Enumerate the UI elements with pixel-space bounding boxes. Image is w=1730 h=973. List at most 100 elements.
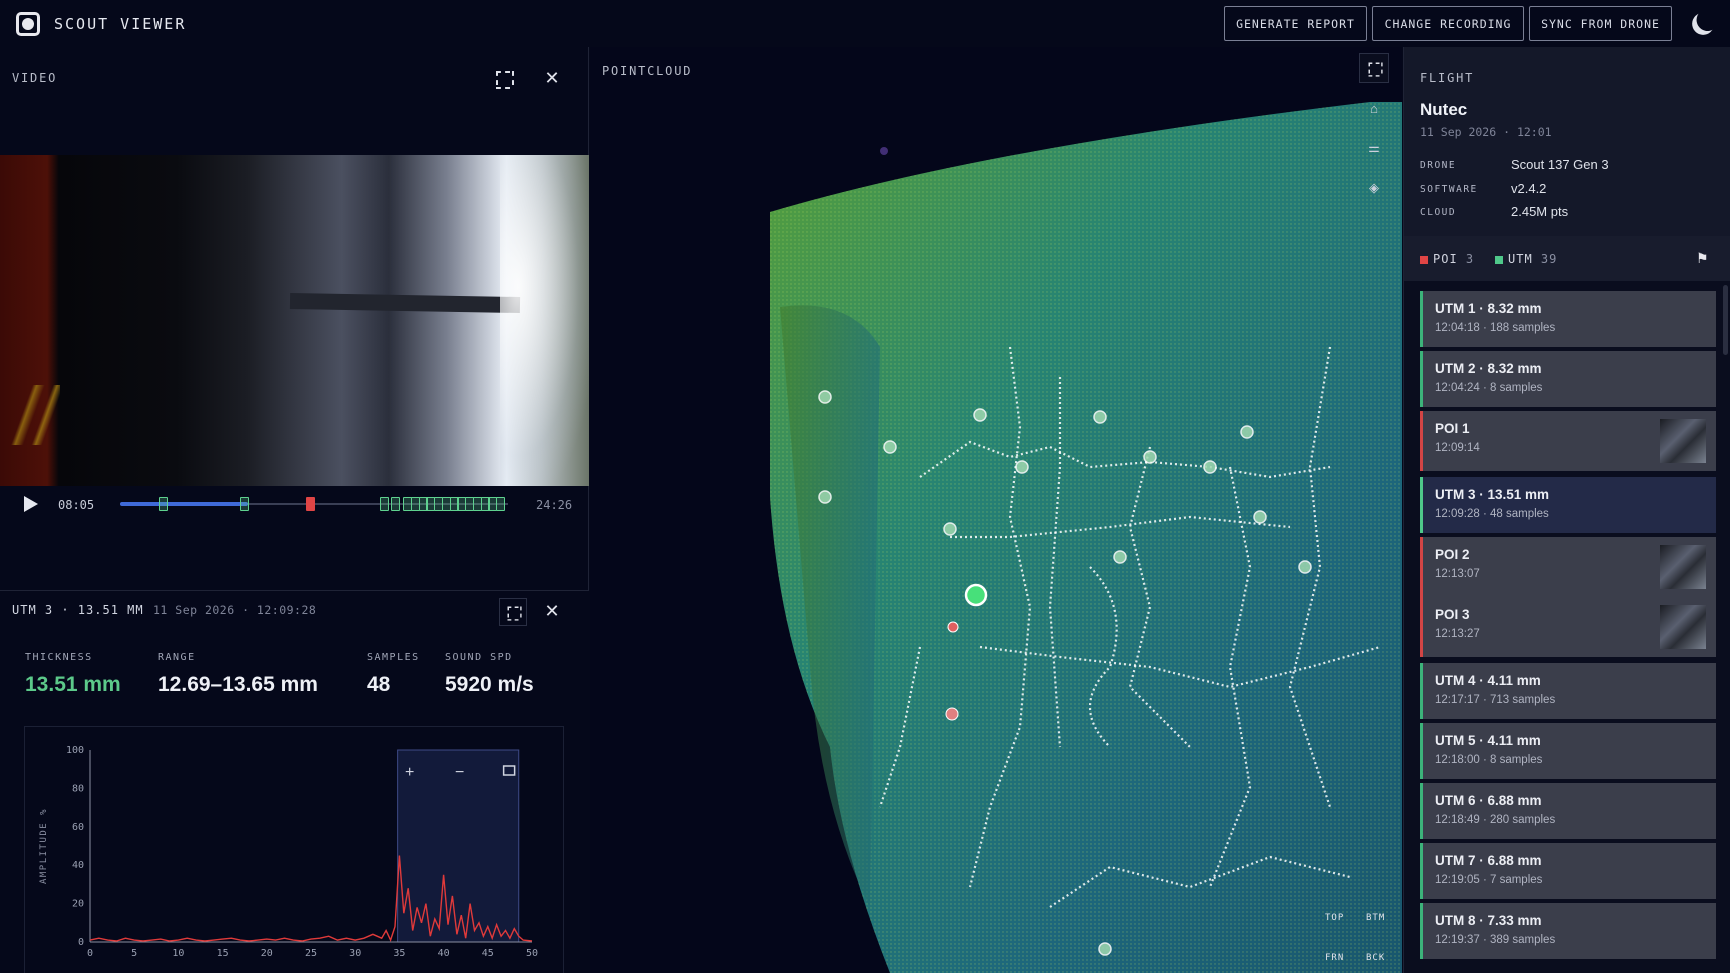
utm-list-item[interactable]: UTM 8 · 7.33 mm 12:19:37 · 389 samples (1420, 903, 1716, 959)
software-value: v2.4.2 (1511, 181, 1547, 196)
utm-timeline-marker[interactable] (379, 497, 389, 511)
utm-legend-swatch (1495, 256, 1503, 264)
video-timeline[interactable] (120, 497, 508, 511)
poi-list-item[interactable]: POI 1 12:09:14 (1420, 411, 1716, 471)
utm-point-marker (973, 408, 987, 422)
current-time: 08:05 (58, 498, 95, 512)
generate-report-button[interactable]: GENERATE REPORT (1224, 6, 1367, 41)
flight-panel-title: FLIGHT (1420, 71, 1475, 85)
x-tick-label: 35 (393, 948, 405, 959)
item-title: UTM 5 · 4.11 mm (1435, 733, 1541, 748)
item-subtitle: 12:18:00 · 8 samples (1435, 754, 1543, 766)
top-bar: SCOUT VIEWER GENERATE REPORT CHANGE RECO… (0, 0, 1730, 47)
poi-thumbnail (1660, 419, 1706, 463)
utm-point-marker (1143, 450, 1157, 464)
metric-label: SAMPLES (367, 652, 420, 663)
utm-point-marker (1098, 942, 1112, 956)
close-icon[interactable]: ✕ (541, 67, 563, 89)
x-tick-label: 25 (305, 948, 317, 959)
layers-icon[interactable]: ◈ (1359, 173, 1389, 203)
poi-timeline-marker[interactable] (306, 497, 316, 511)
list-scrollbar[interactable] (1723, 285, 1728, 355)
utm-point-marker (1093, 410, 1107, 424)
utm-point-marker (1240, 425, 1254, 439)
filter-bar: POI 3 UTM 39 ⚑ (1404, 236, 1730, 281)
utm-timeline-marker[interactable] (496, 497, 506, 511)
pointcloud-panel[interactable]: POINTCLOUD ⌂ ⚌ ◈ TOP BTM FRN BCK (590, 47, 1402, 973)
home-icon[interactable]: ⌂ (1359, 93, 1389, 123)
zoom-out-button[interactable]: − (455, 764, 464, 781)
utm-list-item[interactable]: UTM 4 · 4.11 mm 12:17:17 · 713 samples (1420, 663, 1716, 719)
utm-list-item[interactable]: UTM 2 · 8.32 mm 12:04:24 · 8 samples (1420, 351, 1716, 407)
item-subtitle: 12:09:14 (1435, 442, 1480, 454)
y-tick-label: 20 (72, 899, 84, 910)
x-tick-label: 50 (526, 948, 538, 959)
timeline-progress (120, 502, 249, 506)
info-key: SOFTWARE (1420, 184, 1478, 195)
x-tick-label: 40 (438, 948, 450, 959)
item-title: POI 3 (1435, 607, 1470, 622)
item-subtitle: 12:13:27 (1435, 628, 1480, 640)
view-front-button[interactable]: FRN (1325, 953, 1344, 963)
samples-value: 48 (367, 673, 391, 696)
item-title: UTM 4 · 4.11 mm (1435, 673, 1541, 688)
y-tick-label: 80 (72, 783, 84, 794)
item-subtitle: 12:18:49 · 280 samples (1435, 814, 1556, 826)
poi-list-item[interactable]: POI 3 12:13:27 (1420, 597, 1716, 657)
flag-icon[interactable]: ⚑ (1696, 250, 1709, 267)
y-tick-label: 60 (72, 822, 84, 833)
view-bottom-button[interactable]: BTM (1366, 913, 1385, 923)
poi-filter[interactable]: POI 3 (1433, 252, 1474, 266)
flight-date: 11 Sep 2026 · 12:01 (1420, 125, 1552, 139)
expand-icon[interactable] (1359, 53, 1389, 83)
utm-point-marker (1015, 460, 1029, 474)
pointcloud-view[interactable] (590, 47, 1402, 973)
view-top-button[interactable]: TOP (1325, 913, 1344, 923)
poi-list-item[interactable]: POI 2 12:13:07 (1420, 537, 1716, 597)
flight-info: FLIGHT Nutec 11 Sep 2026 · 12:01 DRONE S… (1404, 47, 1730, 236)
info-key: DRONE (1420, 160, 1457, 171)
play-icon[interactable] (24, 496, 38, 512)
amplitude-chart[interactable]: 0 20 40 60 80 100 0 5 10 15 20 25 30 35 40 45 50 AMPLITUD… (24, 726, 564, 973)
utm-list-item[interactable]: UTM 1 · 8.32 mm 12:04:18 · 188 samples (1420, 291, 1716, 347)
utm-point-marker (1253, 510, 1267, 524)
sliders-icon[interactable]: ⚌ (1359, 133, 1389, 163)
utm-point-marker (818, 490, 832, 504)
app-logo-icon (16, 12, 40, 36)
flight-name: Nutec (1420, 100, 1468, 119)
utm-timeline-marker[interactable] (240, 497, 250, 511)
measurement-date: 11 Sep 2026 · 12:09:28 (153, 603, 317, 617)
x-tick-label: 10 (172, 948, 184, 959)
total-time: 24:26 (536, 498, 573, 512)
utm-timeline-marker[interactable] (391, 497, 401, 511)
x-tick-label: 15 (217, 948, 229, 959)
metric-label: SOUND SPD (445, 652, 513, 663)
zoom-in-button[interactable]: + (405, 764, 414, 781)
range-value: 12.69–13.65 mm (158, 673, 318, 696)
y-tick-label: 40 (72, 860, 84, 871)
item-title: UTM 3 · 13.51 mm (1435, 487, 1550, 502)
sync-from-drone-button[interactable]: SYNC FROM DRONE (1529, 6, 1672, 41)
cloud-value: 2.45M pts (1511, 204, 1569, 219)
change-recording-button[interactable]: CHANGE RECORDING (1372, 6, 1524, 41)
utm-filter[interactable]: UTM 39 (1508, 252, 1557, 266)
view-back-button[interactable]: BCK (1366, 953, 1385, 963)
utm-list-item[interactable]: UTM 5 · 4.11 mm 12:18:00 · 8 samples (1420, 723, 1716, 779)
pointcloud-toolbar: ⌂ ⚌ ◈ (1357, 53, 1391, 248)
expand-icon[interactable] (492, 67, 514, 89)
utm-list-item[interactable]: UTM 6 · 6.88 mm 12:18:49 · 280 samples (1420, 783, 1716, 839)
utm-list-item[interactable]: UTM 3 · 13.51 mm 12:09:28 · 48 samples (1420, 477, 1716, 533)
poi-point-marker (945, 707, 959, 721)
video-panel-title: VIDEO (12, 71, 58, 85)
utm-list-item[interactable]: UTM 7 · 6.88 mm 12:19:05 · 7 samples (1420, 843, 1716, 899)
close-icon[interactable]: ✕ (541, 600, 563, 622)
item-subtitle: 12:19:37 · 389 samples (1435, 934, 1556, 946)
item-title: UTM 2 · 8.32 mm (1435, 361, 1542, 376)
moon-icon[interactable] (1695, 7, 1720, 32)
expand-icon[interactable] (499, 598, 527, 626)
video-frame[interactable] (0, 155, 589, 486)
utm-timeline-marker[interactable] (158, 497, 168, 511)
x-tick-label: 45 (482, 948, 494, 959)
item-title: UTM 6 · 6.88 mm (1435, 793, 1542, 808)
item-subtitle: 12:17:17 · 713 samples (1435, 694, 1556, 706)
